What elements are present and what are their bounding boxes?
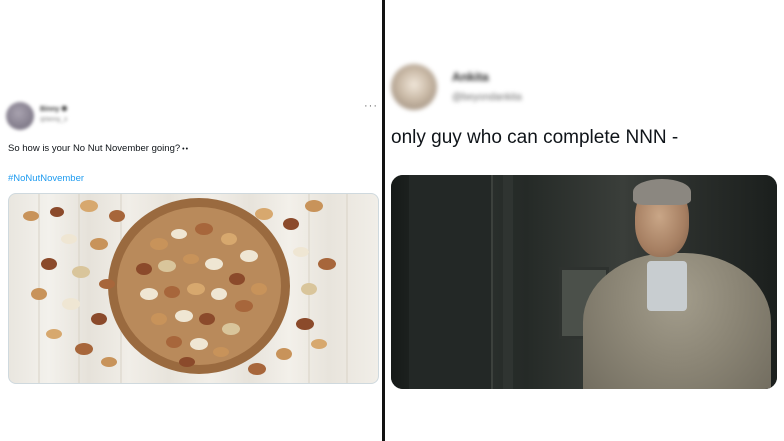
hashtag-link[interactable]: #NoNutNovember — [8, 173, 84, 184]
tweet-text-body: So how is your No Nut November going? — [8, 143, 181, 154]
left-tweet-card: Binny ❁ @binny_3 ··· So how is your No N… — [0, 0, 382, 441]
door — [409, 175, 493, 389]
handle[interactable]: @binny_3 — [40, 117, 67, 123]
display-name[interactable]: Binny ❁ — [40, 105, 67, 113]
nuts-bowl-photo — [23, 194, 348, 383]
tweet-media-image[interactable] — [8, 193, 379, 384]
avatar[interactable] — [391, 64, 437, 110]
avatar[interactable] — [6, 102, 34, 130]
right-tweet-card: Ankita @beyondankita only guy who can co… — [385, 0, 784, 441]
tweet-text: So how is your No Nut November going? •• — [8, 143, 189, 154]
display-name[interactable]: Ankita — [452, 70, 489, 84]
man-hair — [633, 179, 691, 205]
eyes-emoji-icon: •• — [182, 146, 190, 153]
man-shirt — [647, 261, 687, 311]
more-options-icon[interactable]: ··· — [364, 100, 378, 112]
tweet-media-image[interactable] — [391, 175, 777, 389]
tweet-text: only guy who can complete NNN - — [391, 127, 679, 148]
handle[interactable]: @beyondankita — [452, 92, 522, 103]
wall-post — [503, 175, 513, 389]
